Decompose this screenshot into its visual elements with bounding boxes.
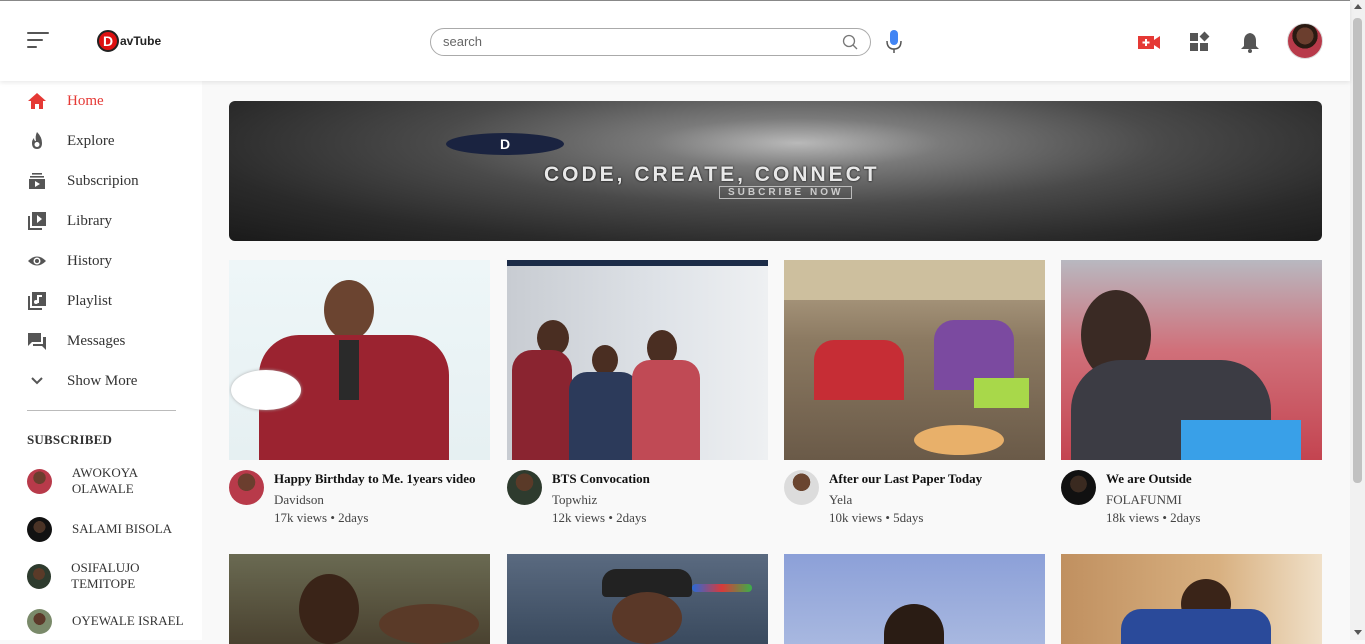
channel-banner[interactable]: D CODE, CREATE, CONNECT SUBCRIBE NOW [229, 101, 1322, 241]
banner-title: CODE, CREATE, CONNECT [544, 163, 880, 186]
subscription-item[interactable]: OSIFALUJO TEMITOPE [27, 560, 202, 591]
video-card[interactable]: We are Outside FOLAFUNMI 18k views • 2da… [1061, 260, 1322, 526]
subscription-name: OYEWALE ISRAEL [72, 613, 184, 628]
messages-icon [27, 331, 47, 351]
sidebar-item-show-more[interactable]: Show More [27, 370, 137, 392]
sidebar-item-history[interactable]: History [27, 250, 112, 272]
logo-text: avTube [120, 34, 162, 48]
sidebar-item-label: Subscripion [67, 172, 139, 189]
channel-name[interactable]: FOLAFUNMI [1106, 492, 1200, 508]
logo[interactable]: D avTube [97, 30, 161, 52]
microphone-icon[interactable] [886, 30, 902, 54]
subscriptions-icon [27, 171, 47, 191]
video-thumbnail[interactable] [229, 554, 490, 644]
video-title[interactable]: We are Outside [1106, 471, 1200, 487]
channel-avatar[interactable] [784, 470, 819, 505]
sidebar-item-label: Show More [67, 372, 138, 389]
subscription-name: OSIFALUJO TEMITOPE [71, 560, 140, 591]
subscribed-heading: SUBSCRIBED [27, 432, 113, 447]
sidebar: Home Explore Subscripion Library History… [0, 81, 202, 640]
eye-icon [27, 251, 47, 271]
video-thumbnail[interactable] [1061, 554, 1322, 644]
video-title[interactable]: After our Last Paper Today [829, 471, 982, 487]
video-thumbnail[interactable] [507, 554, 768, 644]
sidebar-item-playlist[interactable]: Playlist [27, 290, 112, 312]
scrollbar-thumb[interactable] [1353, 18, 1362, 483]
channel-avatar [27, 563, 52, 589]
channel-avatar[interactable] [229, 470, 264, 505]
search-icon[interactable] [842, 34, 858, 50]
user-avatar[interactable] [1287, 23, 1323, 59]
sidebar-item-label: Library [67, 212, 112, 229]
banner-subtitle: SUBCRIBE NOW [719, 186, 853, 199]
subscription-item[interactable]: AWOKOYA OLAWALE [27, 465, 202, 496]
home-icon [27, 91, 47, 111]
subscription-item[interactable]: SALAMI BISOLA [27, 516, 172, 542]
video-thumbnail[interactable] [1061, 260, 1322, 460]
banner-logo: D [446, 133, 564, 155]
video-stats: 17k views • 2days [274, 510, 369, 525]
subscription-name: SALAMI BISOLA [72, 521, 173, 536]
add-video-icon[interactable] [1137, 31, 1161, 53]
top-bar: D avTube [0, 0, 1350, 81]
channel-avatar[interactable] [1061, 470, 1096, 505]
video-title[interactable]: Happy Birthday to Me. 1years video [274, 471, 476, 487]
video-card[interactable]: BTS Convocation Topwhiz 12k views • 2day… [507, 260, 768, 526]
video-stats: 10k views • 5days [829, 510, 924, 525]
page-scrollbar[interactable] [1350, 0, 1365, 640]
video-stats: 18k views • 2days [1106, 510, 1201, 525]
scroll-down-arrow-icon[interactable] [1354, 630, 1362, 635]
sidebar-item-library[interactable]: Library [27, 210, 112, 232]
sidebar-item-label: Playlist [67, 292, 113, 309]
channel-avatar [27, 516, 52, 542]
sidebar-item-home[interactable]: Home [27, 90, 104, 112]
video-card[interactable]: After our Last Paper Today Yela 10k view… [784, 260, 1045, 526]
sidebar-item-label: Messages [67, 332, 126, 349]
subscription-item[interactable]: OYEWALE ISRAEL [27, 608, 184, 634]
search-bar [430, 28, 871, 56]
channel-avatar [27, 608, 52, 634]
hamburger-menu-icon[interactable] [27, 31, 49, 49]
video-thumbnail[interactable] [784, 260, 1045, 460]
sidebar-item-label: Explore [67, 132, 115, 149]
logo-mark: D [97, 30, 119, 52]
subscription-name: AWOKOYA OLAWALE [71, 465, 138, 496]
video-thumbnail[interactable] [229, 260, 490, 460]
sidebar-divider [27, 410, 176, 411]
channel-avatar[interactable] [507, 470, 542, 505]
channel-name[interactable]: Topwhiz [552, 492, 650, 508]
channel-avatar [27, 468, 52, 494]
apps-icon[interactable] [1188, 31, 1212, 53]
video-library-icon [27, 211, 47, 231]
video-thumbnail[interactable] [784, 554, 1045, 644]
chevron-down-icon [27, 371, 47, 391]
video-card[interactable]: Happy Birthday to Me. 1years video David… [229, 260, 490, 526]
video-thumbnail[interactable] [507, 260, 768, 460]
sidebar-item-subscriptions[interactable]: Subscripion [27, 170, 139, 192]
sidebar-item-label: History [67, 252, 112, 269]
search-input[interactable] [443, 34, 833, 49]
sidebar-item-explore[interactable]: Explore [27, 130, 114, 152]
sidebar-item-messages[interactable]: Messages [27, 330, 125, 352]
video-title[interactable]: BTS Convocation [552, 471, 650, 487]
channel-name[interactable]: Yela [829, 492, 982, 508]
sidebar-item-label: Home [67, 92, 104, 109]
channel-name[interactable]: Davidson [274, 492, 476, 508]
notification-bell-icon[interactable] [1238, 31, 1262, 53]
playlist-icon [27, 291, 47, 311]
scroll-up-arrow-icon[interactable] [1354, 4, 1362, 9]
flame-icon [27, 131, 47, 151]
video-stats: 12k views • 2days [552, 510, 647, 525]
